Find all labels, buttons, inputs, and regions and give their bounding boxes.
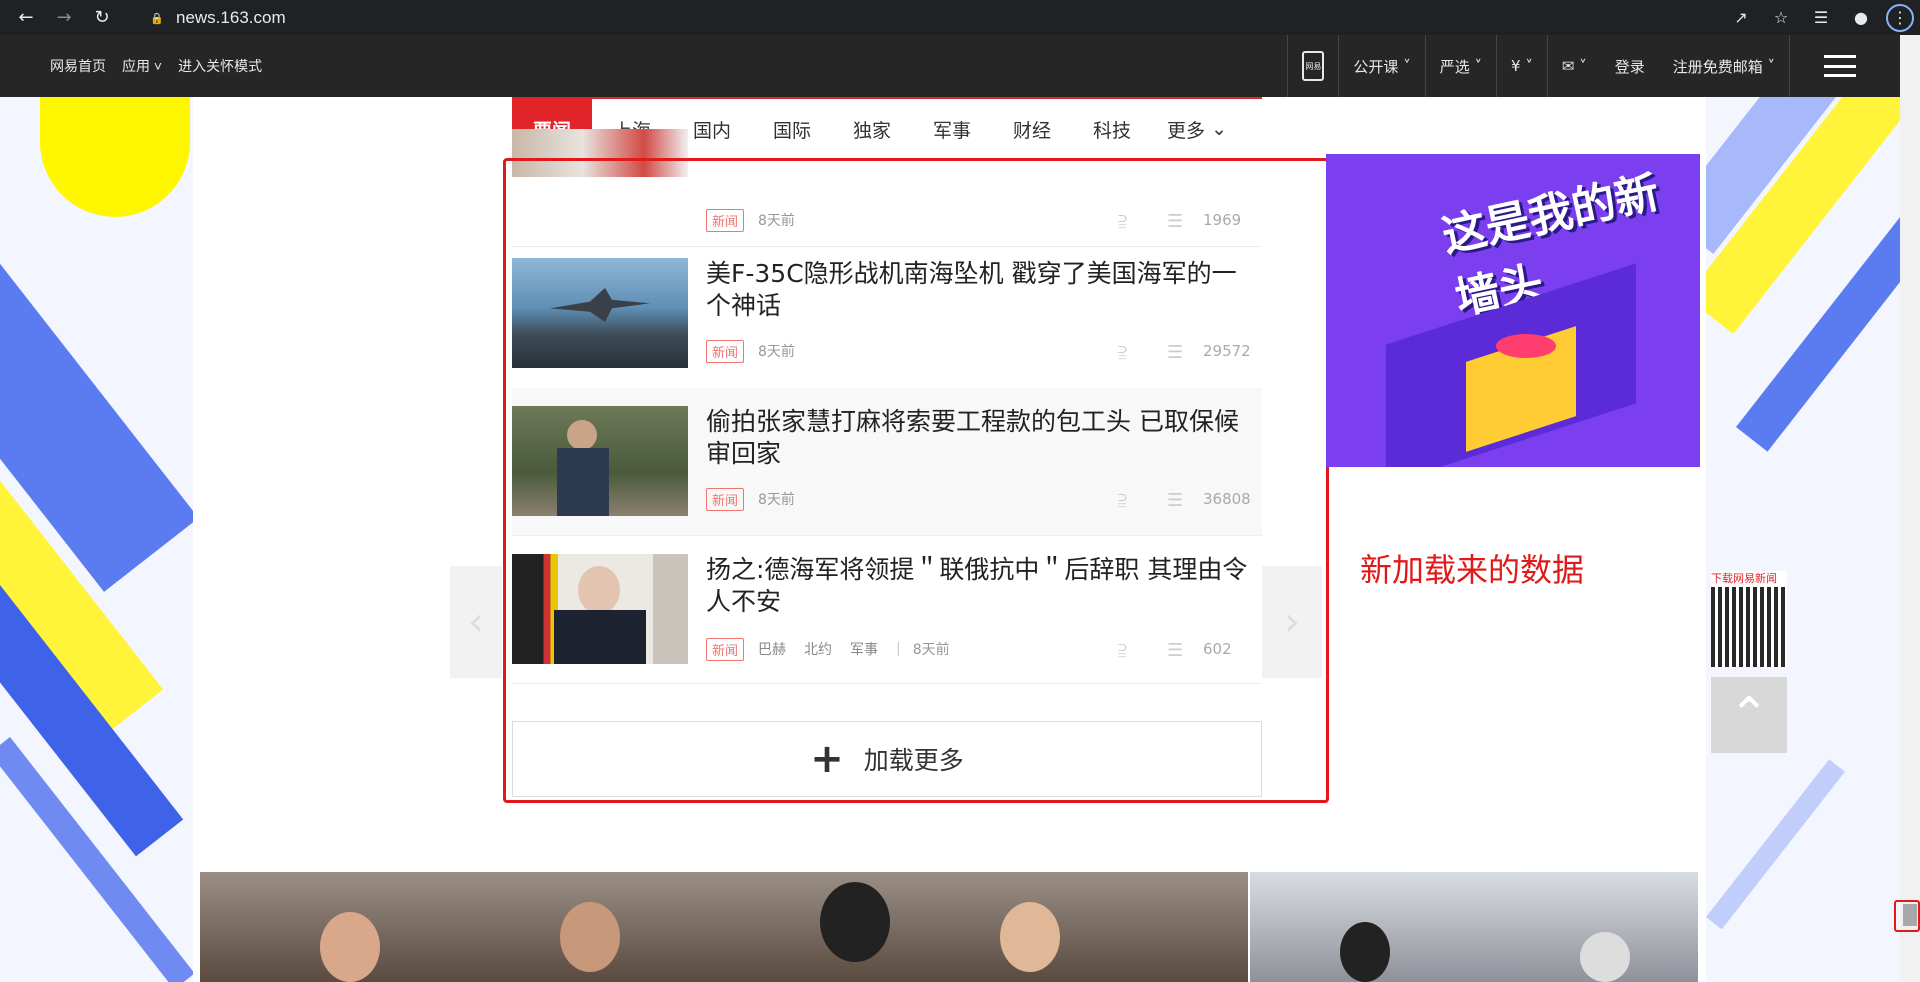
ad-banner[interactable]: 这是我的新墙头 xyxy=(1326,154,1700,467)
forward-icon[interactable]: → xyxy=(52,6,76,30)
highlight-box xyxy=(503,158,1329,803)
url-text[interactable]: news.163.com xyxy=(176,8,286,28)
open-course-label: 公开课 xyxy=(1353,57,1399,76)
chevron-down-icon: ˅ xyxy=(1767,57,1776,75)
share-icon[interactable]: ↗ xyxy=(1726,3,1756,33)
lock-icon: 🔒 xyxy=(150,11,164,25)
finance-menu[interactable]: ¥ ˅ xyxy=(1496,35,1547,97)
link-apps[interactable]: 应用 ˅ xyxy=(122,56,162,76)
login-link[interactable]: 登录 xyxy=(1601,35,1659,97)
yanxuan-label: 严选 xyxy=(1439,57,1470,76)
qr-code-icon xyxy=(1711,587,1787,667)
site-topbar: 网易首页 应用 ˅ 进入关怀模式 网易 公开课 ˅ 严选 ˅ ¥ ˅ ✉ ˅ 登… xyxy=(0,35,1900,97)
back-icon[interactable]: ← xyxy=(14,6,38,30)
menu-icon[interactable]: ⋮ xyxy=(1886,3,1914,32)
sun-decoration xyxy=(40,97,190,217)
mobile-app-button[interactable]: 网易 xyxy=(1287,35,1338,97)
yanxuan-menu[interactable]: 严选 ˅ xyxy=(1424,35,1496,97)
qr-label: 下载网易新闻 xyxy=(1711,571,1787,587)
chevron-down-icon: ˅ xyxy=(1474,57,1483,75)
address-bar[interactable]: 🔒 news.163.com xyxy=(136,3,1736,32)
feature-image-station[interactable] xyxy=(1250,872,1698,982)
link-home[interactable]: 网易首页 xyxy=(50,56,106,76)
chevron-down-icon: ˅ xyxy=(1579,57,1587,75)
link-apps-label: 应用 xyxy=(122,58,150,74)
left-skin-decoration xyxy=(0,97,193,982)
mail-menu[interactable]: ✉ ˅ xyxy=(1546,35,1601,97)
profile-icon[interactable]: ● xyxy=(1846,3,1876,33)
yen-icon: ¥ xyxy=(1511,57,1521,75)
chevron-up-icon: ⌃ xyxy=(1728,687,1770,743)
scrollbar-highlight xyxy=(1894,900,1920,932)
register-mail-link[interactable]: 注册免费邮箱 ˅ xyxy=(1659,35,1789,97)
hamburger-menu[interactable] xyxy=(1789,35,1900,97)
phone-label: 网易 xyxy=(1305,61,1322,71)
register-label: 注册免费邮箱 xyxy=(1672,57,1763,76)
link-care-mode[interactable]: 进入关怀模式 xyxy=(178,56,262,76)
chevron-down-icon: ˅ xyxy=(153,58,163,74)
reading-list-icon[interactable]: ☰ xyxy=(1806,3,1836,33)
annotation-text: 新加载来的数据 xyxy=(1360,551,1585,589)
hamburger-icon xyxy=(1824,55,1856,77)
login-label: 登录 xyxy=(1614,57,1645,76)
browser-toolbar: ← → ↻ 🔒 news.163.com ↗ ☆ ☰ ● ⋮ xyxy=(0,0,1920,35)
page-scrollbar[interactable] xyxy=(1900,35,1920,982)
mail-icon: ✉ xyxy=(1561,57,1575,75)
reload-icon[interactable]: ↻ xyxy=(90,6,114,30)
chevron-down-icon: ˅ xyxy=(1403,57,1411,75)
right-skin-decoration xyxy=(1706,97,1900,982)
chevron-left-icon: ‹ xyxy=(468,599,484,645)
feature-image-crowd[interactable] xyxy=(200,872,1248,982)
star-icon[interactable]: ☆ xyxy=(1766,3,1796,33)
phone-icon: 网易 xyxy=(1302,51,1325,81)
carousel-prev-button[interactable]: ‹ xyxy=(450,566,502,678)
ad-pedestal xyxy=(1496,334,1556,358)
back-to-top-button[interactable]: ⌃ xyxy=(1711,677,1787,753)
open-course-menu[interactable]: 公开课 ˅ xyxy=(1338,35,1424,97)
download-app-qr[interactable]: 下载网易新闻 xyxy=(1711,571,1787,667)
chevron-down-icon: ˅ xyxy=(1525,57,1533,75)
